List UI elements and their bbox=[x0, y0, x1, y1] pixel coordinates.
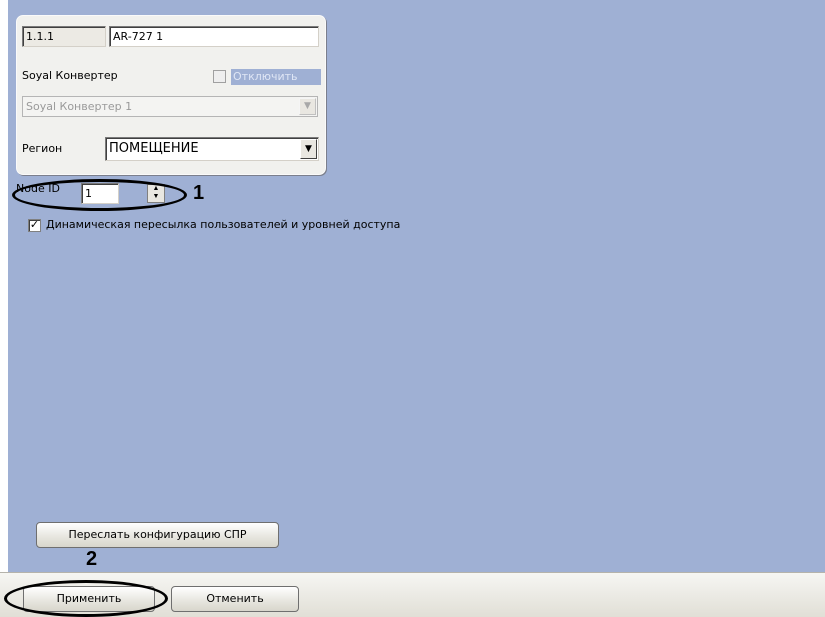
dynamic-checkbox[interactable]: ✓ bbox=[28, 219, 41, 232]
region-label: Регион bbox=[22, 142, 63, 155]
dynamic-label: Динамическая пересылка пользователей и у… bbox=[46, 218, 401, 231]
name-field[interactable]: AR-727 1 bbox=[109, 26, 319, 47]
chevron-down-icon[interactable]: ▼ bbox=[300, 139, 317, 159]
annotation-marker-1: 1 bbox=[193, 182, 205, 204]
chevron-down-icon: ▼ bbox=[299, 98, 316, 115]
region-select[interactable]: ПОМЕЩЕНИЕ ▼ bbox=[105, 137, 319, 161]
settings-panel: 1.1.1 AR-727 1 Soyal Конвертер Отключить… bbox=[8, 0, 825, 572]
checkmark-icon: ✓ bbox=[29, 219, 40, 231]
send-config-button[interactable]: Переслать конфигурацию СПР bbox=[36, 522, 279, 548]
cancel-button[interactable]: Отменить bbox=[171, 586, 299, 612]
annotation-ellipse-1 bbox=[12, 179, 187, 211]
disable-label: Отключить bbox=[231, 69, 321, 85]
device-group-box: 1.1.1 AR-727 1 Soyal Конвертер Отключить… bbox=[16, 15, 326, 175]
annotation-marker-2: 2 bbox=[86, 548, 98, 570]
disable-checkbox[interactable] bbox=[213, 70, 226, 83]
converter-label: Soyal Конвертер bbox=[22, 69, 118, 82]
address-field[interactable]: 1.1.1 bbox=[22, 26, 106, 47]
converter-select-value: Soyal Конвертер 1 bbox=[26, 100, 133, 113]
converter-select[interactable]: Soyal Конвертер 1 ▼ bbox=[22, 96, 318, 117]
region-select-value: ПОМЕЩЕНИЕ bbox=[109, 141, 199, 156]
annotation-ellipse-2 bbox=[4, 580, 168, 617]
